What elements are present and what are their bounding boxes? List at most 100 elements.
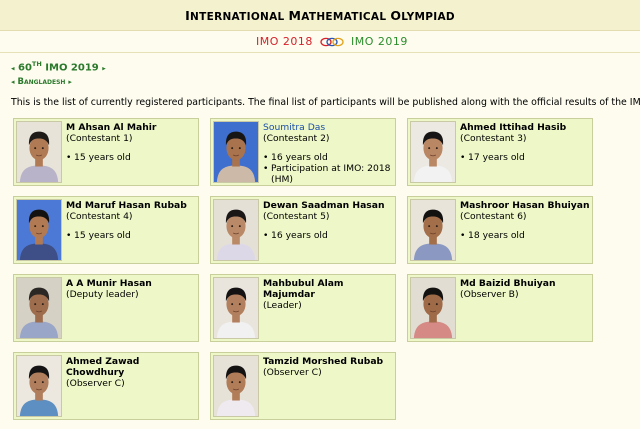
previous-year-link[interactable]: IMO 2018 [256, 35, 313, 48]
participant-card: Mahbubul Alam Majumdar (Leader) [210, 274, 396, 342]
participant-role: (Deputy leader) [66, 289, 139, 300]
participant-info: Tamzid Morshed Rubab (Observer C) [263, 356, 393, 378]
participant-name: Tamzid Morshed Rubab [263, 356, 384, 367]
site-title-part: LYMPIAD [401, 11, 455, 23]
participant-photo [16, 199, 62, 261]
participant-info: M Ahsan Al Mahir(Contestant 1) 15 years o… [66, 122, 196, 163]
person-portrait-icon [17, 200, 61, 260]
participant-name: Ahmed Ittihad Hasib [460, 122, 567, 133]
site-title-initial: M [288, 8, 302, 23]
participant-facts: 18 years old [460, 230, 590, 241]
site-title-initial: O [390, 8, 402, 23]
participant-info: Mashroor Hasan Bhuiyan(Contestant 6) 18 y… [460, 200, 590, 241]
participant-name[interactable]: Soumitra Das [263, 122, 393, 133]
participant-photo [213, 199, 259, 261]
participant-role: (Observer C) [263, 367, 322, 378]
participant-role: (Leader) [263, 300, 302, 311]
participant-photo [410, 121, 456, 183]
participant-photo [213, 355, 259, 417]
person-portrait-icon [214, 356, 258, 416]
participant-info: Md Maruf Hasan Rubab(Contestant 4) 15 yea… [66, 200, 196, 241]
participant-facts: 16 years oldParticipation at IMO: 2018 (… [263, 152, 393, 185]
participant-fact: 16 years old [263, 152, 393, 163]
participant-facts: 16 years old [263, 230, 393, 241]
participant-fact: 16 years old [263, 230, 393, 241]
left-arrow-icon: ◂ [11, 78, 15, 86]
participant-role: (Contestant 1) [66, 133, 133, 144]
participant-info: Ahmed Zawad Chowdhury (Observer C) [66, 356, 196, 389]
right-arrow-icon: ▸ [68, 78, 72, 86]
participant-card: Mashroor Hasan Bhuiyan(Contestant 6) 18 y… [407, 196, 593, 264]
participant-role: (Observer B) [460, 289, 519, 300]
participant-role: (Contestant 4) [66, 211, 133, 222]
participant-card: A A Munir Hasan (Deputy leader) [13, 274, 199, 342]
imo-logo-icon[interactable] [320, 37, 344, 47]
divider [0, 52, 640, 53]
participant-card: Soumitra Das(Contestant 2) 16 years oldPa… [210, 118, 396, 186]
participant-fact: 15 years old [66, 152, 196, 163]
participant-role: (Observer C) [66, 378, 125, 389]
participant-info: A A Munir Hasan (Deputy leader) [66, 278, 196, 300]
breadcrumb-country[interactable]: ◂ Bangladesh ▸ [11, 77, 72, 87]
person-portrait-icon [214, 122, 258, 182]
participant-name: M Ahsan Al Mahir [66, 122, 157, 133]
participant-facts: 15 years old [66, 230, 196, 241]
participant-facts: 17 years old [460, 152, 590, 163]
person-portrait-icon [17, 278, 61, 338]
participant-name: Ahmed Zawad Chowdhury [66, 356, 140, 378]
participant-role: (Contestant 6) [460, 211, 527, 222]
participant-info: Mahbubul Alam Majumdar (Leader) [263, 278, 393, 311]
participant-card: Tamzid Morshed Rubab (Observer C) [210, 352, 396, 420]
participant-card: Md Baizid Bhuiyan (Observer B) [407, 274, 593, 342]
person-portrait-icon [214, 200, 258, 260]
participant-name: Mashroor Hasan Bhuiyan [460, 200, 590, 211]
participant-name: Mahbubul Alam Majumdar [263, 278, 344, 300]
site-title[interactable]: INTERNATIONAL MATHEMATICAL OLYMPIAD [0, 8, 640, 23]
person-portrait-icon [411, 122, 455, 182]
participant-card: Ahmed Ittihad Hasib(Contestant 3) 17 year… [407, 118, 593, 186]
participant-fact: 17 years old [460, 152, 590, 163]
person-portrait-icon [17, 356, 61, 416]
breadcrumb-country-label: Bangladesh [17, 77, 66, 87]
breadcrumb-imo[interactable]: ◂ 60TH IMO 2019 ▸ [11, 60, 106, 73]
participant-photo [410, 277, 456, 339]
person-portrait-icon [411, 200, 455, 260]
participant-photo [16, 277, 62, 339]
participant-photo [410, 199, 456, 261]
participant-name: Md Maruf Hasan Rubab [66, 200, 187, 211]
participant-name: Md Baizid Bhuiyan [460, 278, 556, 289]
participant-role: (Contestant 5) [263, 211, 330, 222]
participant-info: Md Baizid Bhuiyan (Observer B) [460, 278, 590, 300]
participant-role: (Contestant 2) [263, 133, 330, 144]
participant-info: Ahmed Ittihad Hasib(Contestant 3) 17 year… [460, 122, 590, 163]
participant-info: Dewan Saadman Hasan(Contestant 5) 16 year… [263, 200, 393, 241]
participant-card: M Ahsan Al Mahir(Contestant 1) 15 years o… [13, 118, 199, 186]
person-portrait-icon [411, 278, 455, 338]
participant-facts: 15 years old [66, 152, 196, 163]
person-portrait-icon [17, 122, 61, 182]
participant-info: Soumitra Das(Contestant 2) 16 years oldPa… [263, 122, 393, 185]
participant-photo [213, 121, 259, 183]
breadcrumb-imo-number: 60 [18, 62, 32, 74]
participant-card: Ahmed Zawad Chowdhury (Observer C) [13, 352, 199, 420]
person-portrait-icon [214, 278, 258, 338]
participant-photo [213, 277, 259, 339]
next-year-link[interactable]: IMO 2019 [351, 35, 408, 48]
registration-notice: This is the list of currently registered… [11, 97, 640, 108]
site-title-part: NTERNATIONAL [190, 11, 289, 23]
participant-card: Md Maruf Hasan Rubab(Contestant 4) 15 yea… [13, 196, 199, 264]
header-bar: INTERNATIONAL MATHEMATICAL OLYMPIAD [0, 0, 640, 31]
breadcrumb-imo-ordinal: TH [31, 60, 42, 68]
site-title-part: ATHEMATICAL [301, 11, 391, 23]
participant-fact: 18 years old [460, 230, 590, 241]
participant-name: Dewan Saadman Hasan [263, 200, 385, 211]
participant-role: (Contestant 3) [460, 133, 527, 144]
participant-card: Dewan Saadman Hasan(Contestant 5) 16 year… [210, 196, 396, 264]
breadcrumb-imo-label: IMO 2019 [41, 62, 99, 74]
participant-photo [16, 355, 62, 417]
participant-name: A A Munir Hasan [66, 278, 152, 289]
right-arrow-icon: ▸ [102, 64, 106, 73]
participant-fact: 15 years old [66, 230, 196, 241]
participant-fact: Participation at IMO: 2018 (HM) [263, 163, 393, 185]
participant-photo [16, 121, 62, 183]
